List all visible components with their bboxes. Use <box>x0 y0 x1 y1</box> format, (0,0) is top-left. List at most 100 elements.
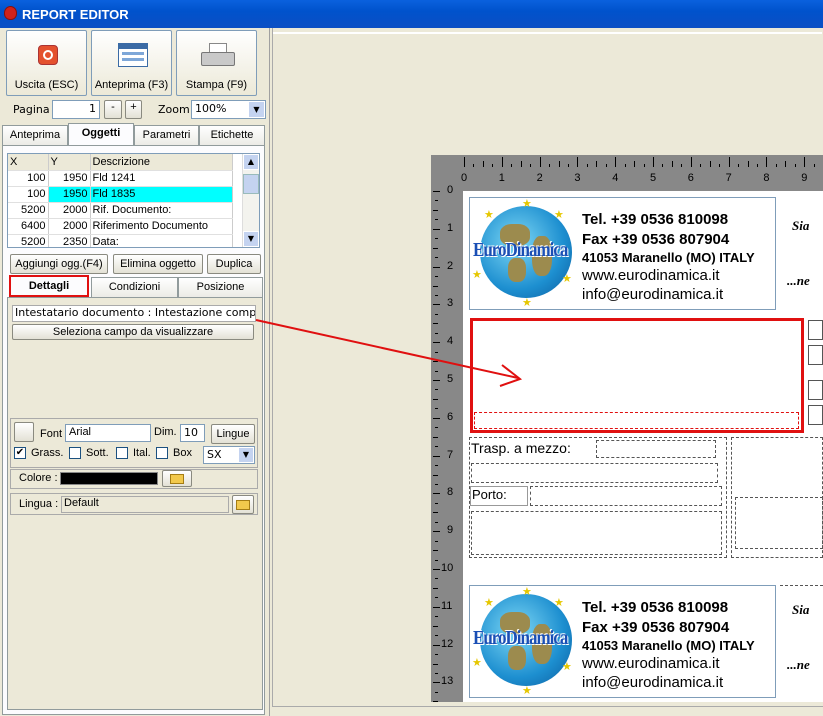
preview-button[interactable]: Anteprima (F3) <box>91 30 172 96</box>
size-label: Dim. <box>154 426 177 438</box>
table-row[interactable]: 5200 2350 Data: <box>8 234 233 247</box>
ruler-tick <box>433 701 438 703</box>
ruler-tick <box>775 164 777 167</box>
cell-y: 2000 <box>48 218 91 235</box>
ruler-h-label: 9 <box>801 172 808 184</box>
ruler-tick <box>433 531 440 533</box>
col-x[interactable]: X <box>8 154 49 171</box>
scroll-down-icon[interactable]: ▼ <box>243 231 259 247</box>
preview-label: Anteprima (F3) <box>94 79 169 91</box>
ruler-tick <box>804 157 806 167</box>
header-card[interactable]: ★ ★ ★ ★ ★ ★ EuroDinamica Tel. +39 0536 8… <box>469 197 776 310</box>
duplicate-button[interactable]: Duplica <box>207 254 261 274</box>
ruler-tick <box>435 219 438 221</box>
tab-parametri[interactable]: Parametri <box>134 125 199 145</box>
zoom-select[interactable]: 100% ▼ <box>191 100 266 119</box>
tab-posizione[interactable]: Posizione <box>178 277 263 297</box>
ruler-h-label: 0 <box>461 172 468 184</box>
page-prev-button[interactable]: - <box>104 100 122 119</box>
box-checkbox[interactable] <box>156 447 168 459</box>
objects-table[interactable]: X Y Descrizione 100 1950 Fld 1241 100 1950 F… <box>7 153 260 248</box>
language-label: Lingua : <box>19 498 59 510</box>
bold-checkbox[interactable]: ✔ <box>14 447 26 459</box>
ruler-tick <box>435 691 438 693</box>
languages-button[interactable]: Lingue <box>211 424 255 444</box>
table-row-selected[interactable]: 100 1950 Fld 1835 <box>8 186 233 203</box>
ruler-h-label: 6 <box>687 172 694 184</box>
underline-checkbox[interactable] <box>69 447 81 459</box>
page-input[interactable]: 1 <box>52 100 100 119</box>
ruler-tick <box>433 228 440 230</box>
align-select[interactable]: SX ▼ <box>203 446 255 464</box>
tab-etichette[interactable]: Etichette <box>199 125 265 145</box>
delete-object-button[interactable]: Elimina oggetto <box>113 254 203 274</box>
color-swatch[interactable] <box>60 472 158 485</box>
exit-button[interactable]: Uscita (ESC) <box>6 30 87 96</box>
size-input[interactable]: 10 <box>180 424 205 442</box>
annotation-arrow <box>255 319 523 387</box>
cell-y: 2350 <box>48 234 91 247</box>
color-picker-button[interactable] <box>162 470 192 487</box>
chevron-down-icon: ▼ <box>239 448 253 462</box>
scroll-thumb[interactable] <box>243 174 259 194</box>
table-row[interactable]: 100 1950 Fld 1241 <box>8 170 233 187</box>
address-inner-field[interactable] <box>474 412 799 429</box>
ruler-v-label: 9 <box>447 524 454 537</box>
font-color-button[interactable] <box>14 422 34 442</box>
tab-anteprima[interactable]: Anteprima <box>2 125 68 145</box>
ruler-tick <box>473 164 475 167</box>
ruler-tick <box>433 606 440 608</box>
print-button[interactable]: Stampa (F9) <box>176 30 257 96</box>
add-object-button[interactable]: Aggiungi ogg.(F4) <box>10 254 108 274</box>
ruler-tick <box>520 161 522 167</box>
ruler-v-label: 1 <box>447 221 454 234</box>
font-input[interactable]: Arial <box>65 424 151 442</box>
ruler-v-label: 3 <box>447 297 454 310</box>
star-icon: ★ <box>472 656 482 669</box>
mail-text: info@eurodinamica.it <box>582 674 724 691</box>
star-icon: ★ <box>554 208 564 221</box>
app-icon <box>4 6 17 20</box>
transport-field[interactable] <box>596 440 716 458</box>
ruler-h-label: 8 <box>763 172 770 184</box>
language-value: Default <box>61 496 229 513</box>
cell-desc: Fld 1241 <box>90 170 233 187</box>
col-descrizione[interactable]: Descrizione <box>90 154 233 171</box>
right-inner-field[interactable] <box>735 497 823 549</box>
notes-field[interactable] <box>471 511 722 555</box>
scroll-up-icon[interactable]: ▲ <box>243 154 259 170</box>
date-field[interactable] <box>808 380 823 400</box>
language-picker-button[interactable] <box>232 495 254 514</box>
col-y[interactable]: Y <box>48 154 91 171</box>
date-value-field[interactable] <box>808 405 823 425</box>
ruler-tick <box>435 200 438 202</box>
ruler-tick <box>433 493 440 495</box>
ruler-tick <box>653 157 654 167</box>
ruler-tick <box>433 436 438 438</box>
ruler-tick <box>813 164 815 167</box>
transport-extra-field[interactable] <box>471 463 718 483</box>
ruler-tick <box>785 161 787 167</box>
table-row[interactable]: 5200 2000 Rif. Documento: <box>8 202 233 219</box>
table-row[interactable]: 6400 2000 Riferimento Documento <box>8 218 233 235</box>
cell-desc: Fld 1835 <box>90 186 233 203</box>
ruler-tick <box>435 502 438 504</box>
tab-condizioni[interactable]: Condizioni <box>91 277 178 297</box>
ruler-tick <box>435 521 438 523</box>
italic-label: Ital. <box>133 447 151 459</box>
page-next-button[interactable]: + <box>125 100 142 119</box>
italic-checkbox[interactable] <box>116 447 128 459</box>
tab-oggetti[interactable]: Oggetti <box>68 123 134 145</box>
select-field-button[interactable]: Seleziona campo da visualizzare <box>12 324 254 340</box>
ref-value-field[interactable] <box>808 345 823 365</box>
header-card-2[interactable]: ★ ★ ★ ★ ★ ★ EuroDinamica Tel. +39 0536 8… <box>469 585 776 698</box>
tab-dettagli[interactable]: Dettagli <box>9 275 89 297</box>
table-scrollbar[interactable]: ▲ ▼ <box>242 154 259 247</box>
side-text-2: ...ne <box>787 273 810 288</box>
ruler-tick <box>433 512 438 514</box>
zoom-label: Zoom <box>158 103 190 116</box>
cell-x: 100 <box>8 186 49 203</box>
ref-field[interactable] <box>808 320 823 340</box>
ruler-tick <box>662 164 664 167</box>
port-field[interactable] <box>530 486 722 506</box>
